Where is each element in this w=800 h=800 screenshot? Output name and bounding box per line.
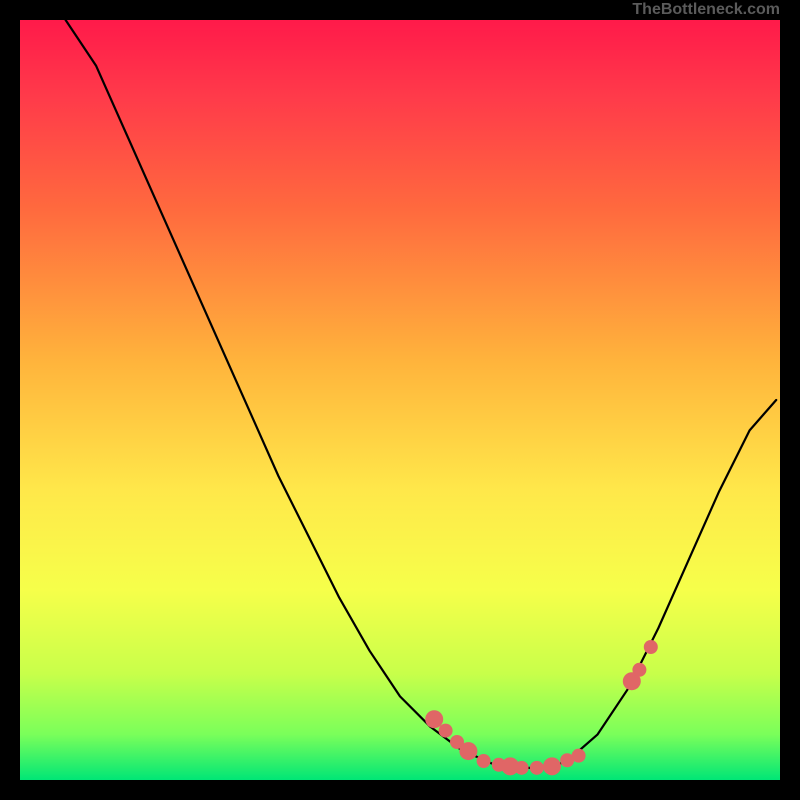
data-point	[439, 724, 453, 738]
data-point	[477, 754, 491, 768]
bottleneck-curve	[66, 20, 777, 768]
data-point	[459, 742, 477, 760]
data-point	[425, 710, 443, 728]
watermark-text: TheBottleneck.com	[632, 2, 780, 18]
data-point	[644, 640, 658, 654]
data-point	[543, 757, 561, 775]
data-point	[515, 761, 529, 775]
data-point	[530, 761, 544, 775]
chart-frame: TheBottleneck.com	[0, 0, 800, 800]
highlighted-points-group	[425, 640, 658, 775]
chart-plot-area	[20, 20, 780, 780]
data-point	[572, 749, 586, 763]
data-point	[632, 663, 646, 677]
